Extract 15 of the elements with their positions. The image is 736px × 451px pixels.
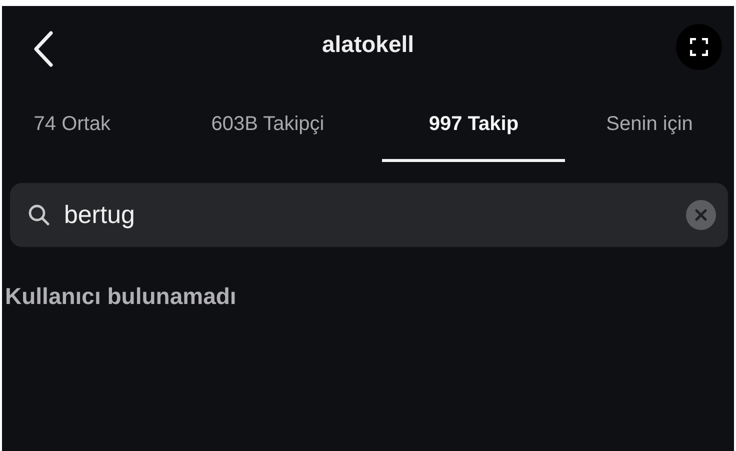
tab[interactable]: 74 Ortak: [2, 104, 142, 162]
search-input[interactable]: bertug: [64, 198, 686, 232]
expand-icon: [690, 38, 708, 56]
tab[interactable]: Senin için: [565, 104, 734, 162]
tab[interactable]: 603B Takipçi: [153, 104, 382, 162]
close-icon: [695, 209, 707, 221]
chevron-left-icon: [32, 30, 54, 68]
clear-button[interactable]: [686, 200, 716, 230]
search-icon: [28, 204, 50, 226]
fullscreen-button[interactable]: [676, 24, 722, 70]
tab[interactable]: 997 Takip: [382, 104, 566, 162]
back-button[interactable]: [32, 30, 54, 68]
profile-username: alatokell: [322, 30, 414, 58]
no-results-message: Kullanıcı bulunamadı: [5, 283, 236, 310]
search-field[interactable]: bertug: [10, 183, 728, 247]
